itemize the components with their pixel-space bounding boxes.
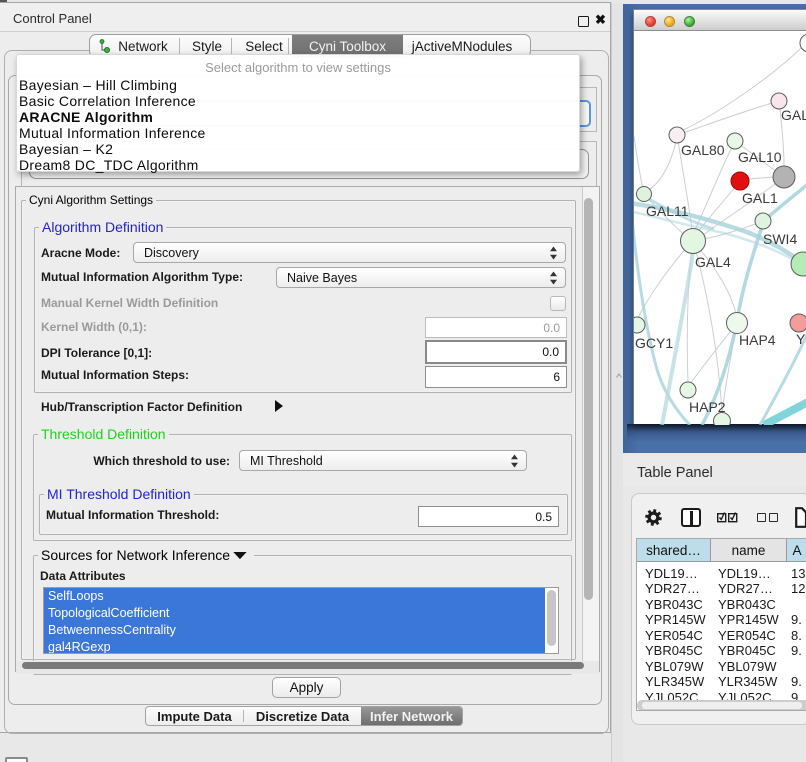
svg-text:SWI4: SWI4 <box>763 231 797 247</box>
svg-text:GCY1: GCY1 <box>635 335 673 351</box>
svg-text:HAP2: HAP2 <box>689 399 726 415</box>
svg-text:GAL8: GAL8 <box>781 107 806 123</box>
svg-text:GAL80: GAL80 <box>681 142 725 158</box>
svg-text:GAL4: GAL4 <box>695 254 731 270</box>
svg-text:GAL10: GAL10 <box>738 149 782 165</box>
svg-text:Y: Y <box>796 331 806 347</box>
svg-text:GAL1: GAL1 <box>742 190 778 206</box>
svg-text:GAL11: GAL11 <box>646 203 689 219</box>
svg-text:HAP4: HAP4 <box>739 332 776 348</box>
